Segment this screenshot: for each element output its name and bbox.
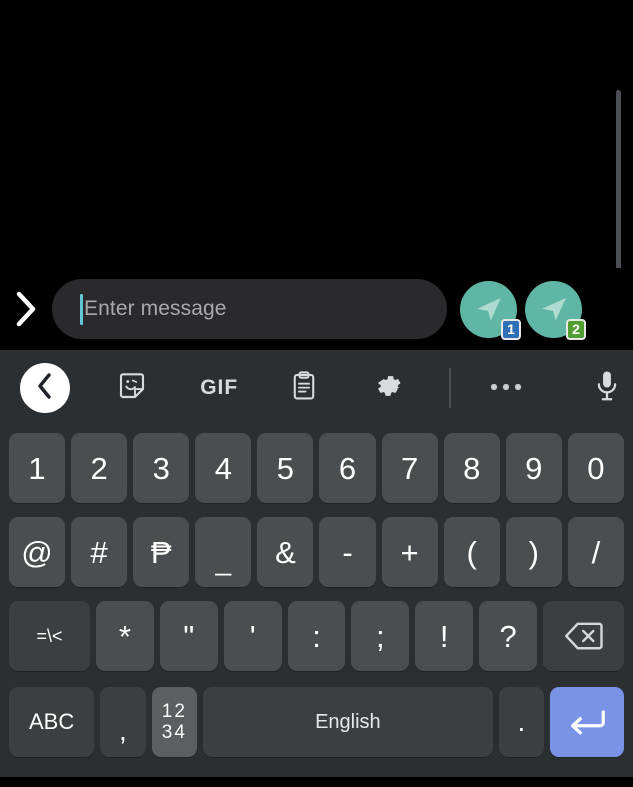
navigation-strip [0,777,633,787]
key-left-paren[interactable]: ( [443,517,500,587]
enter-return-icon [568,707,606,737]
key-semicolon[interactable]: ; [351,601,410,671]
sticker-face-icon [117,371,147,406]
key-peso[interactable]: ₱ [133,517,190,587]
keyboard-toolbar: GIF [0,350,633,426]
send-paper-plane-icon [476,298,501,321]
key-backspace[interactable] [543,601,625,671]
annotation-badge-1: 1 [501,318,521,340]
key-double-quote[interactable]: " [159,601,218,671]
key-1[interactable]: 1 [9,433,66,503]
conversation-area [0,0,633,390]
key-plus[interactable]: + [381,517,438,587]
voice-input-button[interactable] [580,350,633,426]
key-9[interactable]: 9 [505,433,562,503]
message-input[interactable]: Enter message [52,279,447,339]
key-at[interactable]: @ [9,517,66,587]
text-caret [80,294,83,325]
gif-button[interactable]: GIF [191,350,248,426]
keyboard-row-symbols-1: @ # ₱ _ & - + ( ) / [0,510,633,594]
key-3[interactable]: 3 [133,433,190,503]
send-paper-plane-icon [541,298,566,321]
key-symbol-switch[interactable]: =\< [9,601,90,671]
on-screen-keyboard: GIF 1 2 3 4 5 6 7 8 9 0 @ # ₱ _ & - + (… [0,350,633,778]
key-colon[interactable]: : [287,601,346,671]
key-period[interactable]: . [498,687,545,757]
key-5[interactable]: 5 [257,433,314,503]
annotation-badge-2: 2 [566,318,586,340]
key-hyphen[interactable]: - [319,517,376,587]
microphone-icon [594,370,620,407]
key-4[interactable]: 4 [195,433,252,503]
key-enter[interactable] [550,687,624,757]
key-ampersand[interactable]: & [257,517,314,587]
backspace-icon [564,621,604,651]
three-dots-icon [489,379,523,397]
more-options-button[interactable] [479,350,532,426]
key-numeric-layout[interactable]: 12 34 [151,687,198,757]
clipboard-icon [290,370,318,406]
toolbar-back-button[interactable] [20,363,70,413]
numeric-layout-label: 12 34 [162,701,187,743]
key-underscore[interactable]: _ [195,517,252,587]
key-hash[interactable]: # [71,517,128,587]
chevron-left-icon [35,372,55,405]
key-6[interactable]: 6 [319,433,376,503]
sticker-button[interactable] [106,350,159,426]
gear-icon [374,371,404,406]
key-abc[interactable]: ABC [9,687,95,757]
key-0[interactable]: 0 [567,433,624,503]
gif-text-icon: GIF [200,376,239,399]
key-space[interactable]: English [203,687,493,757]
phone-screen: Enter message 1 2 GIF 1 2 3 4 5 6 7 8 9 … [0,0,633,787]
numeric-line-2: 34 [161,722,187,743]
keyboard-row-digits: 1 2 3 4 5 6 7 8 9 0 [0,426,633,510]
key-exclamation[interactable]: ! [415,601,474,671]
key-question[interactable]: ? [479,601,538,671]
key-8[interactable]: 8 [443,433,500,503]
clipboard-button[interactable] [278,350,331,426]
chevron-right-icon[interactable] [0,268,52,350]
key-2[interactable]: 2 [71,433,128,503]
key-comma[interactable]: , [100,687,146,757]
keyboard-row-bottom: ABC , 12 34 English . [0,678,633,766]
key-right-paren[interactable]: ) [505,517,562,587]
keyboard-row-symbols-2: =\< * " ' : ; ! ? [0,594,633,678]
key-apostrophe[interactable]: ' [223,601,282,671]
key-slash[interactable]: / [567,517,624,587]
send-button-2[interactable]: 2 [525,280,586,340]
send-button-1[interactable]: 1 [460,280,521,340]
message-input-placeholder: Enter message [84,297,227,320]
key-7[interactable]: 7 [381,433,438,503]
toolbar-divider [449,368,452,408]
settings-button[interactable] [362,350,415,426]
message-composer: Enter message 1 2 [0,268,633,350]
numeric-line-1: 12 [161,701,187,722]
key-asterisk[interactable]: * [96,601,154,671]
